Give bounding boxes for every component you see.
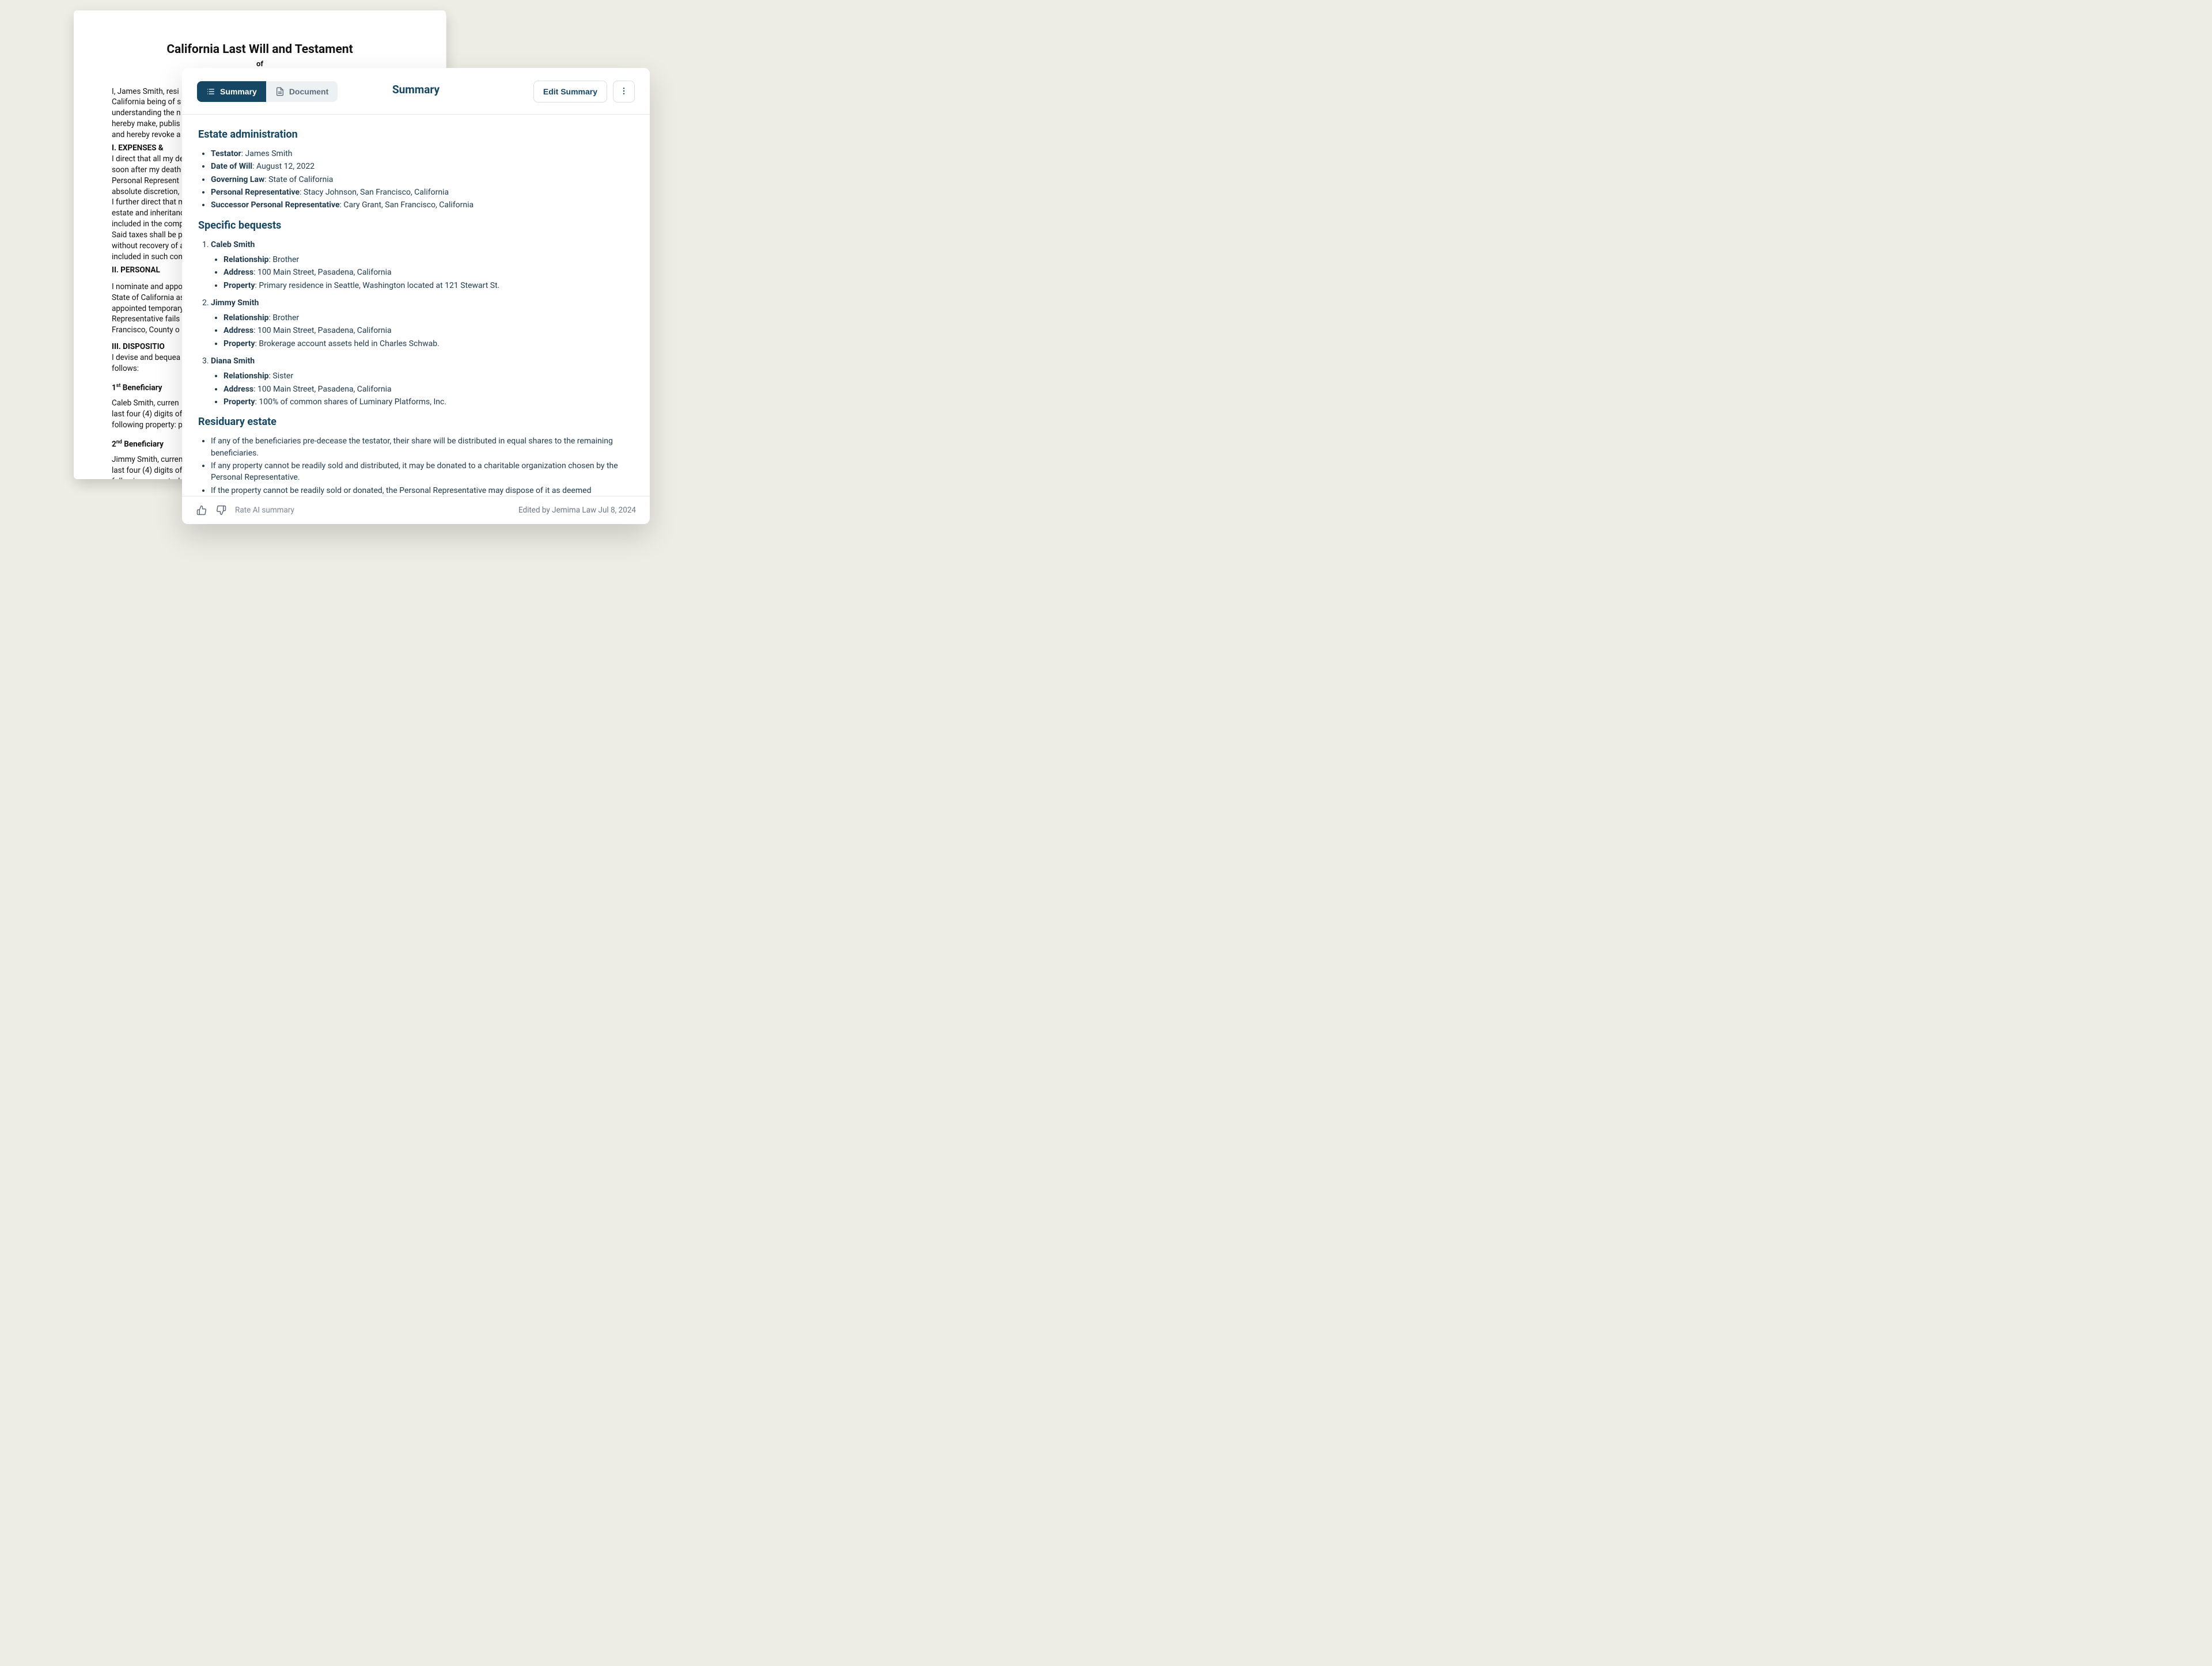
bequest-detail-value: Brother [272,313,299,322]
bequest-detail: Address: 100 Main Street, Pasadena, Cali… [224,267,634,278]
bequest-detail-label: Address [224,326,253,335]
list-icon [206,87,215,96]
bequest-item: Diana Smith Relationship: Sister Address: … [211,355,634,408]
bequest-detail-label: Property [224,339,255,348]
more-options-button[interactable] [613,81,635,103]
estate-item-label: Successor Personal Representative [211,200,340,210]
tab-summary[interactable]: Summary [197,81,266,102]
doc-title: California Last Will and Testament [112,41,408,58]
panel-footer: Rate AI summary Edited by Jemima Law Jul… [182,496,650,524]
footer-edited-by: Edited by Jemima Law Jul 8, 2024 [518,506,636,515]
bequest-detail-value: Brother [272,255,299,264]
bequest-detail-label: Relationship [224,371,269,381]
estate-item-value: Stacy Johnson, San Francisco, California [304,188,449,197]
estate-item-label: Governing Law [211,175,264,184]
more-vertical-icon [619,86,628,97]
bequest-detail-value: Primary residence in Seattle, Washington… [259,281,499,290]
estate-item-label: Date of Will [211,162,252,171]
bequest-detail-label: Relationship [224,255,269,264]
bequest-detail: Relationship: Brother [224,312,634,324]
estate-item-value: State of California [268,175,333,184]
tab-summary-label: Summary [220,87,257,96]
bequest-details: Relationship: Brother Address: 100 Main S… [211,254,634,291]
bequest-detail-label: Property [224,281,255,290]
bequest-detail: Relationship: Brother [224,254,634,265]
edit-summary-button[interactable]: Edit Summary [533,81,607,103]
section-estate-heading: Estate administration [198,127,634,142]
residuary-list: If any of the beneficiaries pre-decease … [198,435,634,496]
bequest-detail: Relationship: Sister [224,370,634,382]
estate-item: Personal Representative: Stacy Johnson, … [211,187,634,198]
bequest-details: Relationship: Sister Address: 100 Main St… [211,370,634,408]
bequest-detail-value: 100 Main Street, Pasadena, California [257,326,392,335]
bequest-detail-value: 100 Main Street, Pasadena, California [257,268,392,277]
bequest-detail: Address: 100 Main Street, Pasadena, Cali… [224,325,634,336]
bequest-name: Caleb Smith [211,240,255,249]
section-bequests-heading: Specific bequests [198,218,634,233]
rate-summary-label: Rate AI summary [235,506,294,515]
residuary-item: If the property cannot be readily sold o… [211,485,634,496]
estate-item: Testator: James Smith [211,148,634,160]
estate-list: Testator: James SmithDate of Will: Augus… [198,148,634,211]
bequest-detail-label: Property [224,397,255,407]
bequest-detail: Property: 100% of common shares of Lumin… [224,396,634,408]
estate-item: Date of Will: August 12, 2022 [211,161,634,172]
bequest-detail-label: Relationship [224,313,269,322]
tab-document[interactable]: Document [266,81,338,102]
bequest-detail-value: Brokerage account assets held in Charles… [259,339,439,348]
tab-document-label: Document [289,87,328,96]
bequest-detail-value: 100 Main Street, Pasadena, California [257,385,392,394]
bequest-detail-label: Address [224,268,253,277]
estate-item-value: August 12, 2022 [256,162,315,171]
panel-body: Estate administration Testator: James Sm… [182,115,650,496]
thumbs-down-button[interactable] [215,504,227,516]
section-residuary-heading: Residuary estate [198,415,634,430]
estate-item-label: Personal Representative [211,188,300,197]
residuary-item: If any property cannot be readily sold a… [211,460,634,484]
estate-item-value: Cary Grant, San Francisco, California [343,200,474,210]
bequest-detail: Address: 100 Main Street, Pasadena, Cali… [224,384,634,395]
tab-segment: Summary Document [197,81,338,102]
estate-item-value: James Smith [245,149,292,158]
bequest-name: Diana Smith [211,356,255,366]
estate-item-label: Testator [211,149,241,158]
estate-item: Successor Personal Representative: Cary … [211,199,634,211]
bequest-detail-value: Sister [272,371,293,381]
bequest-name: Jimmy Smith [211,298,259,308]
estate-item: Governing Law: State of California [211,174,634,185]
bequest-detail: Property: Brokerage account assets held … [224,338,634,350]
summary-panel: Summary Document Summary Edit Summary [182,68,650,524]
bequests-list: Caleb SmithRelationship: BrotherAddress:… [198,239,634,408]
bequest-item: Jimmy Smith Relationship: BrotherAddress:… [211,297,634,350]
bequest-item: Caleb Smith Relationship: Brother Address:… [211,239,634,291]
bequest-detail: Property: Primary residence in Seattle, … [224,280,634,291]
bequest-detail-label: Address [224,385,253,394]
bequest-detail-value: 100% of common shares of Luminary Platfo… [259,397,446,407]
bequest-details: Relationship: BrotherAddress: 100 Main S… [211,312,634,350]
residuary-item: If any of the beneficiaries pre-decease … [211,435,634,459]
thumbs-up-button[interactable] [196,504,207,516]
document-icon [275,87,285,96]
panel-header: Summary Document Summary Edit Summary [182,68,650,115]
